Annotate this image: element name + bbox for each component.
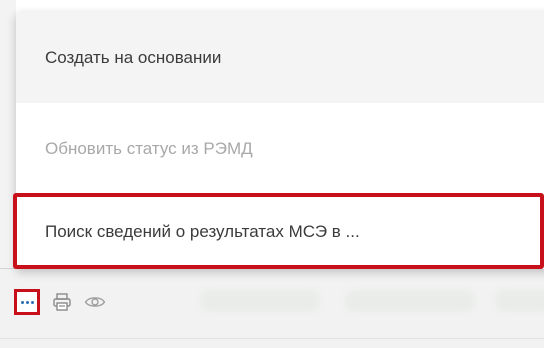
blurred-cell (495, 290, 544, 312)
menu-item-label: Обновить статус из РЭМД (45, 138, 253, 158)
menu-item-label: Создать на основании (45, 47, 222, 67)
menu-item-label: Поиск сведений о результатах МСЭ в ... (45, 221, 360, 241)
row-divider (0, 338, 544, 339)
more-options-button[interactable] (14, 289, 40, 315)
blurred-cell (200, 290, 320, 312)
more-options-dot (25, 300, 29, 304)
menu-item-search-mse-results[interactable]: Поиск сведений о результатах МСЭ в ... (16, 194, 544, 269)
menu-item-create-based-on[interactable]: Создать на основании (16, 12, 544, 103)
more-options-dot (30, 300, 34, 304)
eye-icon-svg (84, 297, 106, 307)
context-menu: Создать на основании Обновить статус из … (16, 12, 544, 269)
print-icon[interactable] (52, 292, 72, 312)
more-options-icon (20, 300, 24, 304)
print-icon-svg (53, 293, 71, 311)
menu-item-update-status-remd: Обновить статус из РЭМД (16, 103, 544, 194)
eye-icon[interactable] (84, 294, 106, 310)
blurred-cell (345, 290, 475, 312)
row-actions (14, 286, 106, 318)
